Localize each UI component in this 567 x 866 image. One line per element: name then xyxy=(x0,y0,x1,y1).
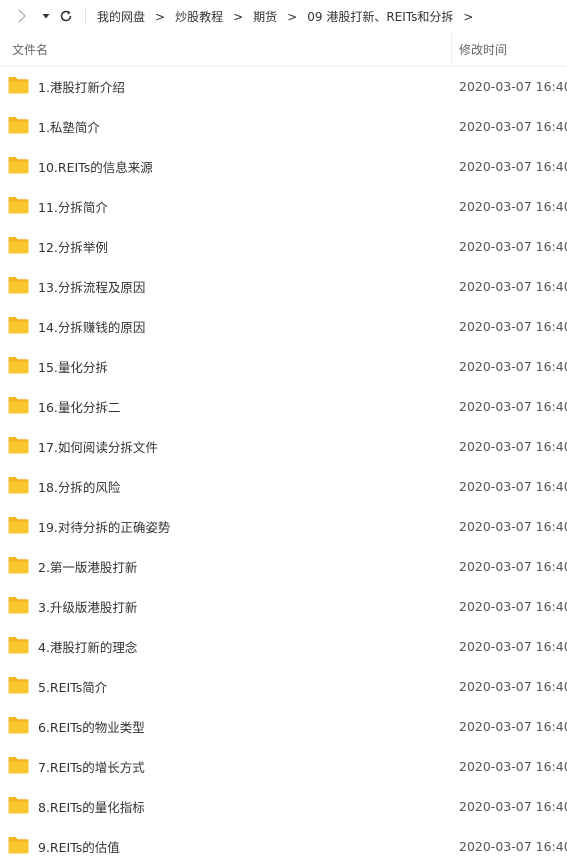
file-row[interactable]: 12.分拆举例 2020-03-07 16:40 xyxy=(0,226,567,266)
file-name[interactable]: 2.第一版港股打新 xyxy=(38,546,137,586)
file-row[interactable]: 9.REITs的估值 2020-03-07 16:40 xyxy=(0,826,567,866)
file-name[interactable]: 6.REITs的物业类型 xyxy=(38,706,145,746)
breadcrumb-item-course[interactable]: 炒股教程 xyxy=(175,8,223,25)
toolbar-divider xyxy=(85,8,86,25)
file-modified-time: 2020-03-07 16:40 xyxy=(459,438,567,454)
file-modified-time: 2020-03-07 16:40 xyxy=(459,718,567,734)
file-modified-time: 2020-03-07 16:40 xyxy=(459,318,567,334)
file-name[interactable]: 3.升级版港股打新 xyxy=(38,586,137,626)
file-modified-time: 2020-03-07 16:40 xyxy=(459,518,567,534)
file-row[interactable]: 5.REITs简介 2020-03-07 16:40 xyxy=(0,666,567,706)
file-list: 1.港股打新介绍 2020-03-07 16:40 1.私塾简介 2020-03-07… xyxy=(0,66,567,866)
folder-icon xyxy=(8,396,29,414)
file-modified-time: 2020-03-07 16:40 xyxy=(459,798,567,814)
chevron-right-icon[interactable] xyxy=(12,6,32,26)
folder-icon xyxy=(8,236,29,254)
file-name[interactable]: 12.分拆举例 xyxy=(38,226,108,266)
file-name[interactable]: 1.私塾简介 xyxy=(38,106,100,146)
file-row[interactable]: 3.升级版港股打新 2020-03-07 16:40 xyxy=(0,586,567,626)
file-name[interactable]: 7.REITs的增长方式 xyxy=(38,746,145,786)
file-modified-time: 2020-03-07 16:40 xyxy=(459,558,567,574)
file-row[interactable]: 15.量化分拆 2020-03-07 16:40 xyxy=(0,346,567,386)
breadcrumb-separator: > xyxy=(155,9,166,24)
folder-icon xyxy=(8,836,29,854)
file-name[interactable]: 17.如何阅读分拆文件 xyxy=(38,426,158,466)
breadcrumb-separator: > xyxy=(233,9,244,24)
file-modified-time: 2020-03-07 16:40 xyxy=(459,278,567,294)
file-name[interactable]: 9.REITs的估值 xyxy=(38,826,120,866)
file-list-header: 文件名 修改时间 xyxy=(0,33,567,67)
file-row[interactable]: 18.分拆的风险 2020-03-07 16:40 xyxy=(0,466,567,506)
file-row[interactable]: 19.对待分拆的正确姿势 2020-03-07 16:40 xyxy=(0,506,567,546)
folder-icon xyxy=(8,556,29,574)
file-modified-time: 2020-03-07 16:40 xyxy=(459,398,567,414)
folder-icon xyxy=(8,716,29,734)
caret-down-icon[interactable] xyxy=(36,6,56,26)
file-modified-time: 2020-03-07 16:40 xyxy=(459,118,567,134)
file-name[interactable]: 8.REITs的量化指标 xyxy=(38,786,145,826)
folder-icon xyxy=(8,476,29,494)
file-row[interactable]: 1.私塾简介 2020-03-07 16:40 xyxy=(0,106,567,146)
column-header-name[interactable]: 文件名 xyxy=(12,33,48,66)
file-name[interactable]: 4.港股打新的理念 xyxy=(38,626,137,666)
file-modified-time: 2020-03-07 16:40 xyxy=(459,198,567,214)
file-row[interactable]: 17.如何阅读分拆文件 2020-03-07 16:40 xyxy=(0,426,567,466)
file-name[interactable]: 1.港股打新介绍 xyxy=(38,66,125,106)
folder-icon xyxy=(8,156,29,174)
file-name[interactable]: 14.分拆赚钱的原因 xyxy=(38,306,145,346)
file-row[interactable]: 13.分拆流程及原因 2020-03-07 16:40 xyxy=(0,266,567,306)
folder-icon xyxy=(8,596,29,614)
file-name[interactable]: 18.分拆的风险 xyxy=(38,466,120,506)
file-modified-time: 2020-03-07 16:40 xyxy=(459,358,567,374)
folder-icon xyxy=(8,676,29,694)
refresh-icon[interactable] xyxy=(56,6,76,26)
folder-icon xyxy=(8,636,29,654)
column-divider[interactable] xyxy=(451,33,452,66)
file-modified-time: 2020-03-07 16:40 xyxy=(459,478,567,494)
folder-icon xyxy=(8,796,29,814)
breadcrumb-item-root[interactable]: 我的网盘 xyxy=(97,8,145,25)
file-modified-time: 2020-03-07 16:40 xyxy=(459,598,567,614)
file-modified-time: 2020-03-07 16:40 xyxy=(459,678,567,694)
file-modified-time: 2020-03-07 16:40 xyxy=(459,238,567,254)
file-row[interactable]: 2.第一版港股打新 2020-03-07 16:40 xyxy=(0,546,567,586)
file-row[interactable]: 10.REITs的信息来源 2020-03-07 16:40 xyxy=(0,146,567,186)
file-modified-time: 2020-03-07 16:40 xyxy=(459,838,567,854)
file-name[interactable]: 16.量化分拆二 xyxy=(38,386,120,426)
folder-icon xyxy=(8,196,29,214)
file-modified-time: 2020-03-07 16:40 xyxy=(459,638,567,654)
file-name[interactable]: 10.REITs的信息来源 xyxy=(38,146,153,186)
folder-icon xyxy=(8,116,29,134)
file-row[interactable]: 14.分拆赚钱的原因 2020-03-07 16:40 xyxy=(0,306,567,346)
breadcrumb-item-current[interactable]: 09 港股打新、REITs和分拆 xyxy=(307,8,453,25)
file-name[interactable]: 5.REITs简介 xyxy=(38,666,107,706)
file-modified-time: 2020-03-07 16:40 xyxy=(459,78,567,94)
folder-icon xyxy=(8,276,29,294)
file-row[interactable]: 11.分拆简介 2020-03-07 16:40 xyxy=(0,186,567,226)
breadcrumb-separator: > xyxy=(287,9,298,24)
toolbar: 我的网盘 > 炒股教程 > 期货 > 09 港股打新、REITs和分拆 > xyxy=(0,0,567,33)
file-modified-time: 2020-03-07 16:40 xyxy=(459,758,567,774)
file-name[interactable]: 13.分拆流程及原因 xyxy=(38,266,145,306)
file-name[interactable]: 11.分拆简介 xyxy=(38,186,108,226)
folder-icon xyxy=(8,756,29,774)
folder-icon xyxy=(8,76,29,94)
file-row[interactable]: 8.REITs的量化指标 2020-03-07 16:40 xyxy=(0,786,567,826)
breadcrumb-separator: > xyxy=(463,9,474,24)
file-row[interactable]: 7.REITs的增长方式 2020-03-07 16:40 xyxy=(0,746,567,786)
file-row[interactable]: 16.量化分拆二 2020-03-07 16:40 xyxy=(0,386,567,426)
file-name[interactable]: 15.量化分拆 xyxy=(38,346,108,386)
breadcrumb: 我的网盘 > 炒股教程 > 期货 > 09 港股打新、REITs和分拆 > xyxy=(97,0,483,33)
folder-icon xyxy=(8,436,29,454)
file-row[interactable]: 1.港股打新介绍 2020-03-07 16:40 xyxy=(0,66,567,106)
file-row[interactable]: 6.REITs的物业类型 2020-03-07 16:40 xyxy=(0,706,567,746)
folder-icon xyxy=(8,316,29,334)
folder-icon xyxy=(8,516,29,534)
column-header-modified[interactable]: 修改时间 xyxy=(459,33,507,66)
file-name[interactable]: 19.对待分拆的正确姿势 xyxy=(38,506,170,546)
folder-icon xyxy=(8,356,29,374)
breadcrumb-item-futures[interactable]: 期货 xyxy=(253,8,277,25)
file-row[interactable]: 4.港股打新的理念 2020-03-07 16:40 xyxy=(0,626,567,666)
file-modified-time: 2020-03-07 16:40 xyxy=(459,158,567,174)
